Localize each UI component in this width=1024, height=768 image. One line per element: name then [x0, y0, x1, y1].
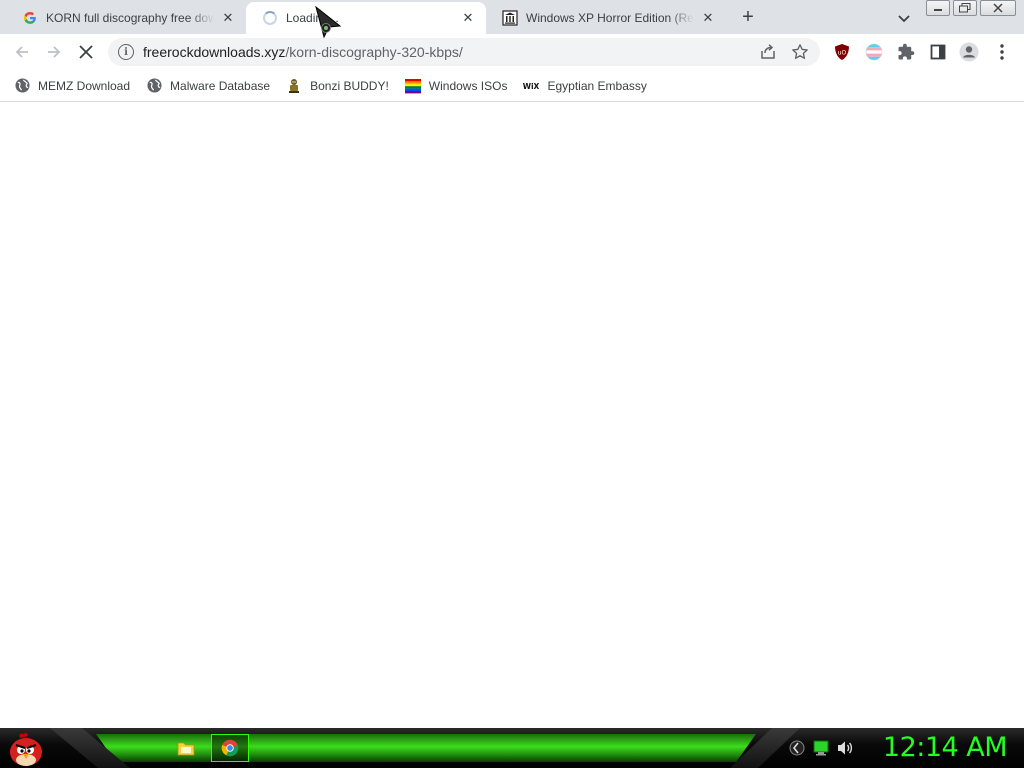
minimize-button[interactable] [926, 0, 950, 16]
bookmark-memz-download[interactable]: MEMZ Download [14, 78, 130, 94]
globe-icon [14, 78, 30, 94]
bookmark-label: MEMZ Download [38, 78, 131, 93]
bookmark-star-icon[interactable] [790, 42, 810, 62]
browser-toolbar: i freerockdownloads.xyz/korn-discography… [0, 34, 1024, 70]
google-icon [22, 10, 38, 26]
back-arrow-icon[interactable] [12, 42, 32, 62]
forward-arrow-icon[interactable] [44, 42, 64, 62]
window-controls [926, 0, 1019, 18]
chrome-taskbar-icon[interactable] [211, 734, 249, 762]
tray-app-icon[interactable] [788, 739, 806, 757]
menu-kebab-icon[interactable] [992, 42, 1012, 62]
tab-windows-xp-horror[interactable]: Windows XP Horror Edition (Reactions) ✕ [486, 2, 726, 34]
wix-icon: WiX [523, 78, 539, 94]
system-tray [788, 739, 860, 757]
bookmark-malware-database[interactable]: Malware Database [146, 78, 270, 94]
tab-title: KORN full discography free download [46, 11, 214, 25]
close-icon[interactable]: ✕ [220, 10, 236, 26]
bookmark-label: Egyptian Embassy [547, 78, 647, 93]
taskbar: 12:14 AM [0, 728, 1024, 768]
globe-icon [146, 78, 162, 94]
bonzi-icon [286, 78, 302, 94]
loading-spinner-icon [262, 10, 278, 26]
tab-strip: KORN full discography free download ✕ Lo… [0, 0, 1024, 34]
side-panel-icon[interactable] [928, 42, 948, 62]
url-text: freerockdownloads.xyz/korn-discography-3… [143, 44, 463, 60]
restore-button[interactable] [953, 0, 977, 16]
bookmark-label: Bonzi BUDDY! [310, 78, 389, 93]
file-explorer-taskbar-icon[interactable] [167, 734, 205, 762]
profile-avatar-icon[interactable] [959, 42, 979, 62]
close-icon[interactable]: ✕ [700, 10, 716, 26]
bookmark-label: Malware Database [170, 78, 271, 93]
network-monitor-icon[interactable] [812, 739, 830, 757]
stop-loading-icon[interactable] [76, 42, 96, 62]
share-icon[interactable] [758, 42, 778, 62]
bookmark-label: Windows ISOs [428, 78, 508, 93]
museum-icon [502, 10, 518, 26]
tab-title: Windows XP Horror Edition (Reactions) [526, 11, 694, 25]
tab-title: Loading... [286, 11, 339, 25]
mouse-cursor-icon [314, 5, 346, 40]
extension-flag-icon[interactable] [864, 42, 884, 62]
tab-loading[interactable]: Loading... ✕ [246, 2, 486, 34]
svg-text:WiX: WiX [523, 82, 539, 91]
rainbow-flag-icon [404, 78, 421, 94]
extensions-puzzle-icon[interactable] [896, 42, 916, 62]
new-tab-button[interactable]: + [736, 6, 760, 30]
close-window-button[interactable] [980, 0, 1016, 16]
start-button-angry-bird-icon[interactable] [6, 730, 46, 768]
bookmark-bonzi-buddy[interactable]: Bonzi BUDDY! [286, 78, 389, 94]
address-bar[interactable]: i freerockdownloads.xyz/korn-discography… [108, 38, 820, 66]
page-viewport[interactable] [0, 103, 1024, 728]
taskbar-clock[interactable]: 12:14 AM [870, 731, 1020, 765]
tab-korn[interactable]: KORN full discography free download ✕ [6, 2, 246, 34]
tab-search-chevron-icon[interactable] [894, 8, 914, 28]
bookmark-egyptian-embassy[interactable]: WiX Egyptian Embassy [523, 78, 646, 94]
svg-text:uO: uO [838, 50, 847, 57]
close-icon[interactable]: ✕ [460, 10, 476, 26]
ublock-origin-icon[interactable]: uO [832, 42, 852, 62]
bookmarks-bar: MEMZ Download Malware Database Bonzi BUD… [0, 70, 1024, 102]
volume-speaker-icon[interactable] [836, 739, 854, 757]
bookmark-windows-isos[interactable]: Windows ISOs [404, 78, 508, 94]
site-info-icon[interactable]: i [118, 44, 134, 60]
